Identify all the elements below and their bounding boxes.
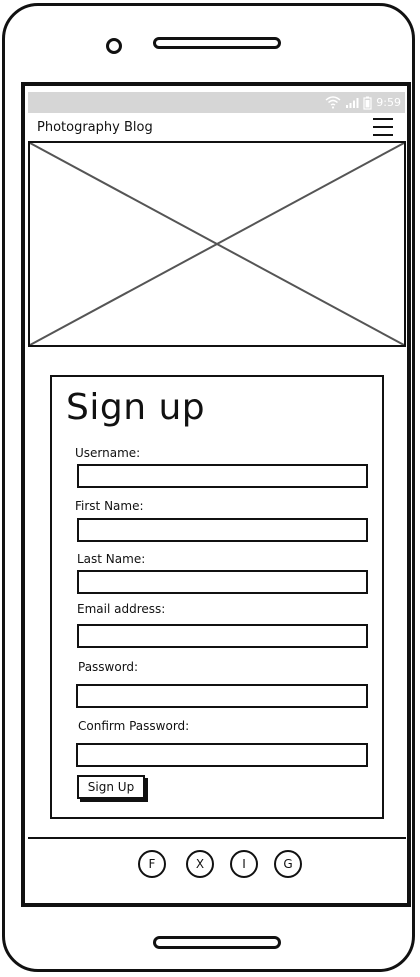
facebook-icon[interactable]: F: [138, 850, 166, 878]
speaker-grille: [153, 37, 281, 49]
form-title: Sign up: [66, 387, 206, 428]
password-label: Password:: [78, 660, 139, 674]
github-icon[interactable]: G: [274, 850, 302, 878]
last-name-label: Last Name:: [77, 552, 146, 566]
hero-image-placeholder: [28, 141, 406, 347]
status-time: 9:59: [376, 96, 401, 109]
hamburger-menu-icon[interactable]: [372, 116, 394, 138]
first-name-label: First Name:: [75, 499, 144, 513]
status-bar: 9:59: [28, 92, 405, 113]
instagram-icon[interactable]: I: [230, 850, 258, 878]
battery-icon: [363, 96, 372, 110]
wifi-icon: [325, 96, 341, 109]
footer: F X I G: [28, 837, 406, 901]
status-icons: 9:59: [325, 94, 401, 111]
signup-form: Sign up Username: First Name: Last Name:…: [50, 375, 384, 819]
x-icon[interactable]: X: [186, 850, 214, 878]
phone-screen: 9:59 Photography Blog Sign up Username:: [21, 82, 411, 907]
signal-icon: [346, 98, 359, 108]
phone-frame: 9:59 Photography Blog Sign up Username:: [2, 3, 415, 972]
password-input[interactable]: [76, 684, 368, 708]
brand-title[interactable]: Photography Blog: [37, 120, 153, 135]
confirm-password-input[interactable]: [76, 743, 368, 767]
email-label: Email address:: [77, 602, 166, 616]
camera-icon: [106, 38, 122, 54]
confirm-password-label: Confirm Password:: [78, 719, 190, 733]
navbar: Photography Blog: [28, 116, 405, 140]
last-name-input[interactable]: [77, 570, 368, 594]
username-label: Username:: [75, 446, 141, 460]
sign-up-button[interactable]: Sign Up: [77, 775, 145, 799]
username-input[interactable]: [77, 464, 368, 488]
home-button[interactable]: [153, 936, 281, 949]
first-name-input[interactable]: [77, 518, 368, 542]
email-input[interactable]: [77, 624, 368, 648]
image-placeholder-icon: [30, 143, 404, 345]
